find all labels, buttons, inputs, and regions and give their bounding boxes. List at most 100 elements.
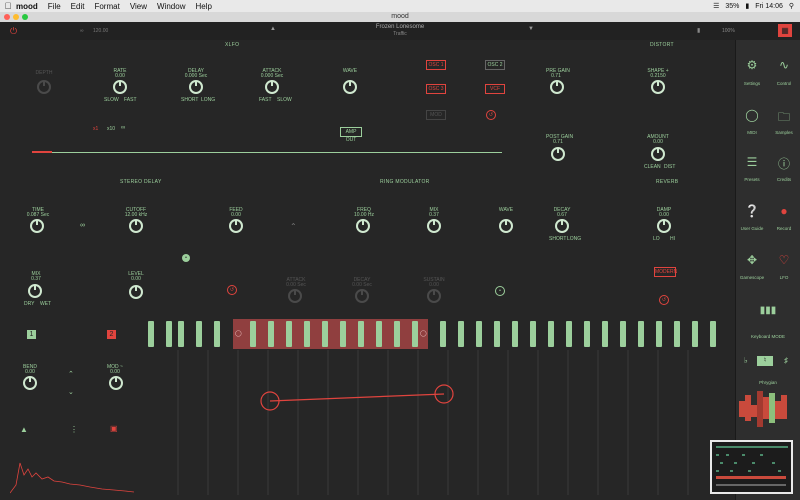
pre-gain-knob[interactable] [550,80,564,94]
more-icon[interactable]: ⋮ [70,425,78,434]
key[interactable] [440,321,446,347]
xy-pad[interactable] [148,350,733,495]
voice-2-button[interactable]: 2 [107,330,116,339]
mod-wheel-knob[interactable] [109,376,123,390]
sidebar-item-lfo[interactable]: LFO [768,275,800,280]
reverb-damp-knob[interactable] [657,219,671,233]
power-icon[interactable]: ⏻ [10,26,17,37]
key[interactable] [692,321,698,347]
menu-edit[interactable]: Edit [71,2,85,11]
ratio-x1-button[interactable]: x1 [93,126,98,132]
clock-label[interactable]: Fri 14:06 [755,3,783,10]
key[interactable] [178,321,184,347]
key[interactable] [620,321,626,347]
delay-link-icon[interactable]: ∞ [80,222,85,229]
delay-mix-knob[interactable] [28,284,42,298]
bend-knob[interactable] [23,376,37,390]
crosshair-icon[interactable]: ✥ [736,253,768,267]
triangle-up-icon[interactable]: ▲ [20,425,28,434]
scale-label[interactable]: Phrygian [740,380,796,385]
key[interactable] [196,321,202,347]
sidebar-item-midi[interactable]: MIDI [736,130,768,135]
amount-knob[interactable] [651,147,665,161]
help-icon[interactable]: ❔ [736,204,768,218]
delay-level-knob[interactable] [129,285,143,299]
range-right-handle-icon[interactable]: ◯ [420,330,427,337]
ring-attack-knob[interactable] [288,289,302,303]
ring-mix-knob[interactable] [427,219,441,233]
ring-decay-knob[interactable] [355,289,369,303]
key[interactable] [358,321,364,347]
delay-time-knob[interactable] [30,219,44,233]
xlfo-link-icon[interactable]: ∞ [121,125,125,131]
menu-help[interactable]: Help [195,2,211,11]
sidebar-item-settings[interactable]: Settings [736,81,768,86]
key[interactable] [268,321,274,347]
heart-icon[interactable]: ♡ [768,253,800,267]
key[interactable] [250,321,256,347]
key[interactable] [458,321,464,347]
key[interactable] [214,321,220,347]
info-icon[interactable]: ⓘ [768,155,800,172]
key[interactable] [494,321,500,347]
key[interactable] [602,321,608,347]
keyboard-mode-icon[interactable]: ▮▮▮ [752,305,784,316]
delay-reset-icon[interactable]: ↺ [227,285,237,295]
key[interactable] [584,321,590,347]
battery-icon[interactable]: ▮ [745,2,749,10]
song-title[interactable]: Frozen Lonesome [340,24,460,30]
control-icon[interactable]: ∿ [768,58,800,72]
osc1-button[interactable]: OSC 1 [426,60,446,70]
mod-button[interactable]: MOD [426,110,446,120]
key[interactable] [548,321,554,347]
keyboard-icon[interactable]: ▦ [778,24,792,37]
reverb-modern-button[interactable]: MODERN [654,267,677,277]
sharp-icon[interactable]: ♯ [784,356,788,365]
menu-app[interactable]: mood [16,2,38,11]
reverb-reset-icon[interactable]: ↺ [659,295,669,305]
apple-menu-icon[interactable]:  [0,1,16,11]
menu-format[interactable]: Format [94,2,119,11]
key[interactable] [322,321,328,347]
ring-sync-icon[interactable]: • [495,286,505,296]
key[interactable] [476,321,482,347]
voice-1-button[interactable]: 1 [27,330,36,339]
prev-arrow-icon[interactable]: ▲ [270,26,276,32]
list-icon[interactable]: ☰ [736,155,768,169]
xlfo-depth-knob[interactable] [37,80,51,94]
key[interactable] [166,321,172,347]
amp-out-button[interactable]: AMP OUT [340,127,362,143]
link-icon[interactable]: ∞ [80,28,84,34]
lock-icon[interactable]: ▣ [110,424,118,433]
natural-icon[interactable]: ♮ [757,356,773,366]
key[interactable] [148,321,154,347]
key[interactable] [304,321,310,347]
minimize-window-button[interactable] [13,14,19,20]
xlfo-rate-knob[interactable] [113,80,127,94]
key[interactable] [566,321,572,347]
octave-up-icon[interactable]: ⌃ [68,370,74,378]
folder-icon[interactable]: 🗀 [768,108,800,129]
wifi-icon[interactable]: ☰ [713,2,719,10]
key[interactable] [674,321,680,347]
osc3-button[interactable]: OSC 3 [426,84,446,94]
key[interactable] [340,321,346,347]
key[interactable] [530,321,536,347]
sidebar-item-control[interactable]: Control [768,81,800,86]
settings-gear-icon[interactable]: ⚙ [736,58,768,72]
key[interactable] [656,321,662,347]
xlfo-timeline[interactable] [32,152,502,153]
ring-freq-knob[interactable] [356,219,370,233]
delay-cutoff-knob[interactable] [129,219,143,233]
next-arrow-icon[interactable]: ▼ [528,26,534,32]
key[interactable] [286,321,292,347]
record-icon[interactable]: ● [768,204,800,218]
osc2-button[interactable]: OSC 2 [485,60,505,70]
close-window-button[interactable] [4,14,10,20]
menu-view[interactable]: View [130,2,147,11]
key[interactable] [512,321,518,347]
osc-reset-icon[interactable]: ↺ [486,110,496,120]
ring-wave-knob[interactable] [499,219,513,233]
key[interactable] [412,321,418,347]
flat-icon[interactable]: ♭ [744,356,748,365]
